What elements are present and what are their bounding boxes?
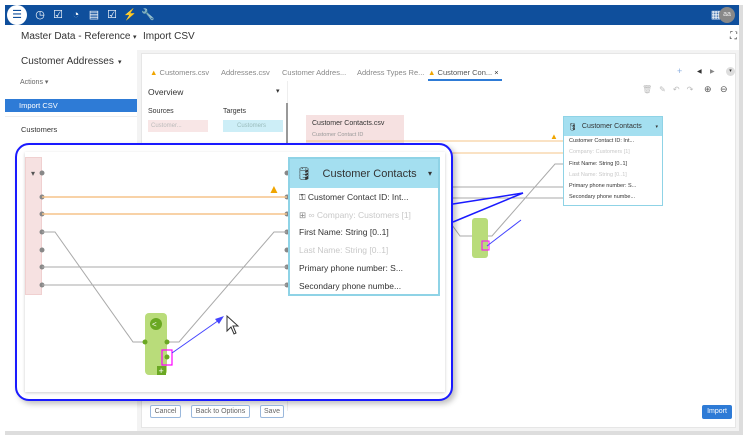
target-field[interactable]: Last Name: String [0..1] <box>299 242 438 260</box>
import-button[interactable]: Import <box>702 405 732 419</box>
field-label: Company: Customers [1] <box>316 209 411 220</box>
database-icon: 🛢 <box>296 165 313 181</box>
cancel-button[interactable]: Cancel <box>150 405 181 418</box>
drag-arrow <box>171 317 223 354</box>
target-node-zoomed[interactable]: 🛢 Customer Contacts ▾ ⚿ Customer Contact I… <box>288 157 440 296</box>
svg-text:▾: ▾ <box>31 169 35 178</box>
target-field[interactable]: Secondary phone numbe... <box>299 278 438 296</box>
svg-text:+: + <box>159 366 164 376</box>
svg-text:<: < <box>152 320 157 329</box>
cursor-icon <box>226 314 240 335</box>
target-node-header: 🛢 Customer Contacts ▾ <box>290 159 438 188</box>
back-to-options-button[interactable]: Back to Options <box>191 405 250 418</box>
save-button[interactable]: Save <box>260 405 284 418</box>
target-node-title: Customer Contacts <box>322 167 417 180</box>
mapping-line <box>42 231 145 343</box>
key-icon: ⚿ <box>299 192 308 202</box>
target-field[interactable]: First Name: String [0..1] <box>299 224 438 242</box>
warning-icon: ▲ <box>268 182 280 196</box>
link-icon: ∞ <box>308 209 317 220</box>
field-label: Customer Contact ID: Int... <box>307 192 409 202</box>
target-field[interactable]: ⊞ ∞ Company: Customers [1] <box>299 207 438 225</box>
target-field[interactable]: ⚿ Customer Contact ID: Int... <box>299 189 438 207</box>
target-field[interactable]: Primary phone number: S... <box>299 260 438 278</box>
chevron-down-icon[interactable]: ▾ <box>428 169 432 178</box>
